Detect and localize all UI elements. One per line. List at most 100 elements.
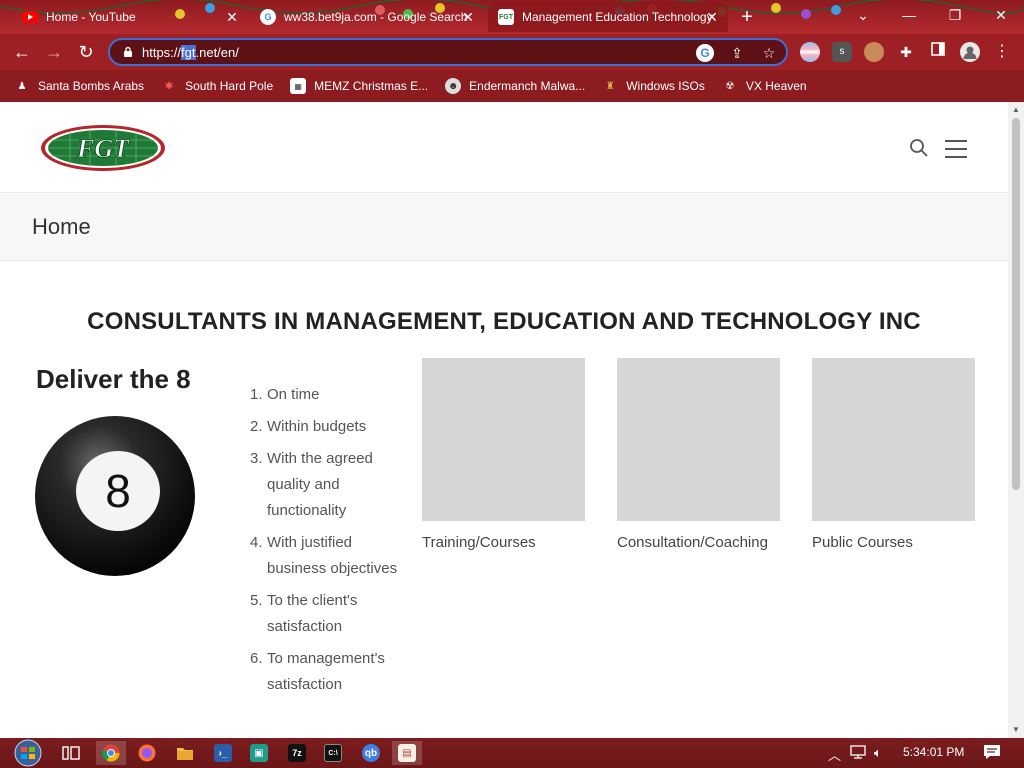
bookmark-label: Windows ISOs — [626, 79, 705, 93]
firefox-icon[interactable] — [132, 741, 162, 765]
card-caption[interactable]: Training/Courses — [422, 534, 585, 551]
show-hidden-icons-icon[interactable]: ︿ — [828, 745, 841, 764]
list-number: 5. — [250, 592, 263, 609]
cmd-label: C:\ — [324, 744, 342, 762]
list-text: To management's satisfaction — [267, 650, 385, 693]
new-tab-button[interactable]: + — [736, 6, 758, 28]
bookmark-label: South Hard Pole — [185, 79, 274, 93]
fgt-logo[interactable]: FGT — [40, 124, 166, 172]
bookmark-item[interactable]: ♟ Santa Bombs Arabs — [14, 78, 145, 94]
notification-center-icon[interactable] — [983, 744, 1001, 760]
deliver-heading: Deliver the 8 — [36, 364, 191, 394]
close-tab-icon[interactable]: ✕ — [460, 9, 476, 25]
extension-flag-icon[interactable] — [800, 42, 820, 62]
page-scrollbar[interactable]: ▲ ▼ — [1008, 102, 1024, 738]
list-item: 2. Within budgets — [250, 414, 400, 440]
volume-icon[interactable]: 🔈︎ — [874, 745, 882, 761]
start-button-icon[interactable] — [6, 739, 46, 767]
google-icon: G — [260, 9, 276, 25]
7zip-label: 7z — [288, 744, 306, 762]
training-photo[interactable] — [422, 358, 585, 521]
app-icon[interactable]: ▣ — [244, 741, 274, 765]
card-caption[interactable]: Consultation/Coaching — [617, 534, 780, 551]
bookmark-item[interactable]: ▦ MEMZ Christmas E... — [290, 78, 428, 94]
tab-title: Management Education Technology — [522, 10, 713, 24]
browser-menu-icon[interactable]: ⋮ — [992, 42, 1012, 62]
tab-youtube[interactable]: Home - YouTube ✕ — [12, 2, 248, 32]
bookmark-star-icon[interactable]: ☆ — [760, 44, 778, 62]
service-card-consultation[interactable]: Consultation/Coaching — [617, 358, 780, 551]
side-panel-icon[interactable] — [928, 42, 948, 62]
eight-ball-image: 8 — [35, 416, 195, 576]
tab-title: ww38.bet9ja.com - Google Search — [284, 10, 468, 24]
share-icon[interactable]: ⇪ — [728, 44, 746, 62]
public-courses-photo[interactable] — [812, 358, 975, 521]
service-card-training[interactable]: Training/Courses — [422, 358, 585, 551]
address-bar[interactable]: https://fgt.net/en/ G ⇪ ☆ — [108, 38, 788, 66]
list-number: 1. — [250, 386, 263, 403]
tab-fgt[interactable]: FGT Management Education Technology ✕ — [488, 2, 728, 32]
scroll-up-icon[interactable]: ▲ — [1012, 106, 1020, 114]
list-number: 4. — [250, 534, 263, 551]
forward-icon[interactable]: → — [42, 40, 66, 64]
minimize-button[interactable]: — — [886, 0, 932, 30]
list-number: 2. — [250, 418, 263, 435]
list-number: 6. — [250, 650, 263, 667]
list-text: Within budgets — [267, 418, 367, 435]
deliverables-list: 1. On time 2. Within budgets 3. With the ag… — [250, 382, 400, 704]
restore-button[interactable]: ❐ — [932, 0, 978, 30]
google-lens-icon[interactable]: G — [696, 44, 714, 62]
consultation-photo[interactable] — [617, 358, 780, 521]
bookmark-item[interactable]: ✱ South Hard Pole — [161, 78, 273, 94]
list-item: 4. With justified business objectives — [250, 530, 400, 582]
bookmark-item[interactable]: ☢ VX Heaven — [722, 78, 806, 94]
fgt-icon: FGT — [498, 9, 514, 25]
extensions-puzzle-icon[interactable]: ✚ — [896, 42, 916, 62]
profile-avatar-icon[interactable] — [960, 42, 980, 62]
tab-title: Home - YouTube — [46, 10, 136, 24]
extension-avatar-icon[interactable] — [864, 42, 884, 62]
url-selection: fgt — [181, 45, 196, 60]
card-caption[interactable]: Public Courses — [812, 534, 975, 551]
close-tab-icon[interactable]: ✕ — [224, 9, 240, 25]
url-rest: .net/en/ — [195, 45, 239, 60]
reload-icon[interactable]: ↻ — [74, 40, 98, 64]
chrome-icon[interactable] — [96, 741, 126, 765]
url-text[interactable]: https://fgt.net/en/ — [142, 45, 239, 60]
app2-icon[interactable]: ▤ — [392, 741, 422, 765]
extension-s-icon[interactable]: s — [832, 42, 852, 62]
list-text: With justified business objectives — [267, 534, 398, 577]
scrollbar-thumb[interactable] — [1012, 118, 1020, 490]
powershell-icon[interactable]: ›_ — [208, 741, 238, 765]
bookmarks-bar: ♟ Santa Bombs Arabs ✱ South Hard Pole ▦ … — [0, 70, 1024, 102]
qbittorrent-icon[interactable]: qb — [356, 741, 386, 765]
cmd-icon[interactable]: C:\ — [318, 741, 348, 765]
service-card-public-courses[interactable]: Public Courses — [812, 358, 975, 551]
lock-icon — [124, 46, 132, 57]
list-item: 3. With the agreed quality and functional… — [250, 446, 400, 524]
bookmark-item[interactable]: ☻ Endermanch Malwa... — [445, 78, 585, 94]
list-text: To the client's satisfaction — [267, 592, 358, 635]
7zip-icon[interactable]: 7z — [282, 741, 312, 765]
task-view-icon[interactable] — [56, 741, 86, 765]
close-tab-icon[interactable]: ✕ — [704, 9, 720, 25]
vx-icon: ☢ — [725, 80, 735, 92]
close-window-button[interactable]: ✕ — [978, 0, 1024, 30]
ball-number: 8 — [105, 465, 131, 517]
search-icon[interactable] — [909, 138, 929, 158]
web-page: FGT Home CONSULTANTS IN MANAGEMENT, EDUC… — [0, 102, 1008, 738]
file-explorer-icon[interactable] — [170, 741, 200, 765]
windows-iso-icon: ♜ — [605, 80, 615, 92]
system-clock[interactable]: 5:34:01 PM — [903, 745, 964, 759]
tab-google-search[interactable]: G ww38.bet9ja.com - Google Search ✕ — [250, 2, 484, 32]
list-text: On time — [267, 386, 320, 403]
back-icon[interactable]: ← — [10, 40, 34, 64]
bookmark-item[interactable]: ♜ Windows ISOs — [602, 78, 705, 94]
url-prefix: https:// — [142, 45, 182, 60]
tab-search-dropdown-icon[interactable]: ⌄ — [840, 0, 886, 30]
bookmark-label: Endermanch Malwa... — [469, 79, 586, 93]
network-icon[interactable] — [850, 745, 866, 762]
page-title-band: Home — [0, 194, 1008, 261]
hamburger-menu-icon[interactable] — [945, 140, 967, 158]
scroll-down-icon[interactable]: ▼ — [1012, 726, 1020, 734]
